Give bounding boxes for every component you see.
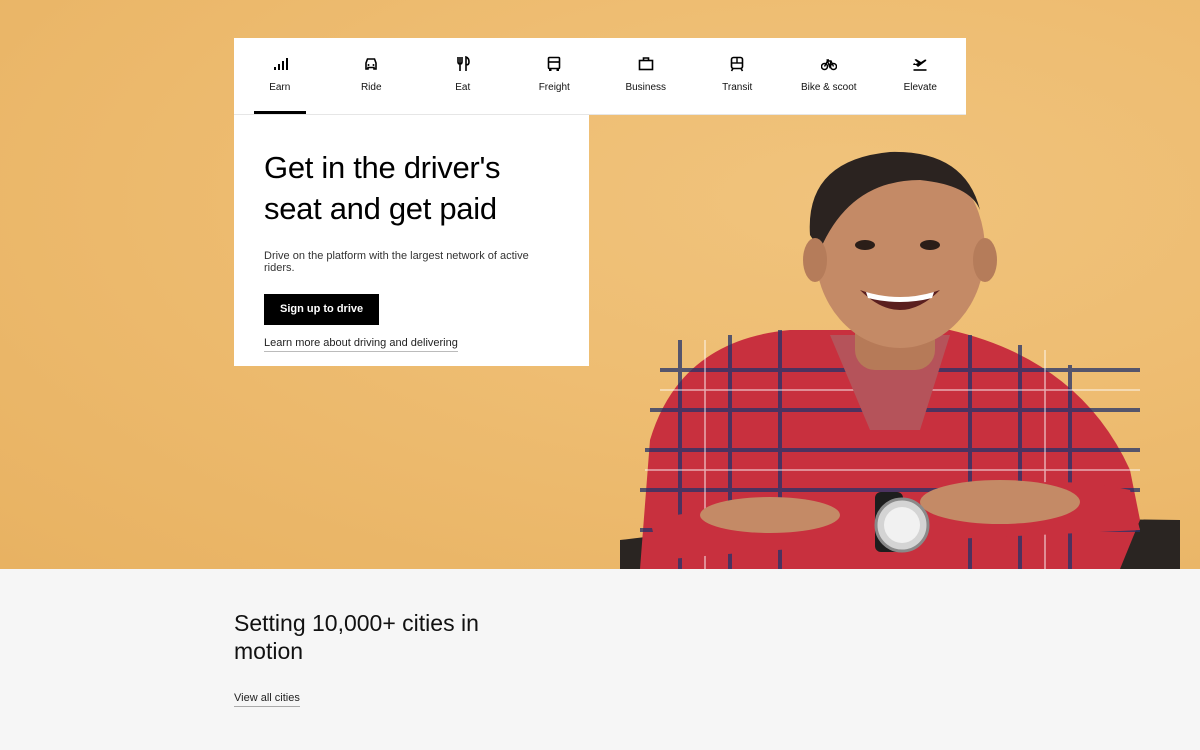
tab-label: Transit xyxy=(722,82,753,93)
tab-label: Eat xyxy=(455,82,471,93)
cities-title: Setting 10,000+ cities in motion xyxy=(234,610,479,664)
tab-ride[interactable]: Ride xyxy=(326,38,418,114)
fork-knife-icon xyxy=(454,55,472,73)
truck-icon xyxy=(545,55,563,73)
tab-label: Elevate xyxy=(903,82,937,93)
product-tabbar: Earn Ride Eat Freight Business Transit B… xyxy=(234,38,966,115)
tab-business[interactable]: Business xyxy=(600,38,692,114)
train-icon xyxy=(728,55,746,73)
hero-section: Earn Ride Eat Freight Business Transit B… xyxy=(0,0,1200,569)
tab-earn[interactable]: Earn xyxy=(234,38,326,114)
plane-icon xyxy=(911,55,929,73)
learn-more-link[interactable]: Learn more about driving and delivering xyxy=(264,337,458,352)
view-all-cities-link[interactable]: View all cities xyxy=(234,692,300,707)
hero-title: Get in the driver's seat and get paid xyxy=(264,150,501,226)
cities-section: Setting 10,000+ cities in motion View al… xyxy=(0,569,1200,750)
briefcase-icon xyxy=(637,55,655,73)
tab-transit[interactable]: Transit xyxy=(692,38,784,114)
tab-freight[interactable]: Freight xyxy=(509,38,601,114)
tab-bike-scoot[interactable]: Bike & scoot xyxy=(783,38,875,114)
car-icon xyxy=(362,55,380,73)
tab-elevate[interactable]: Elevate xyxy=(875,38,967,114)
tab-label: Bike & scoot xyxy=(800,82,857,93)
hero-subtitle: Drive on the platform with the largest n… xyxy=(264,250,529,274)
signal-bars-icon xyxy=(271,55,289,73)
sign-up-to-drive-button[interactable]: Sign up to drive xyxy=(264,294,380,325)
hero-card: Get in the driver's seat and get paid Dr… xyxy=(234,115,589,366)
tab-label: Earn xyxy=(269,82,291,93)
tab-label: Freight xyxy=(538,82,570,93)
bicycle-icon xyxy=(820,55,838,73)
driver-photo xyxy=(620,151,1180,569)
tab-eat[interactable]: Eat xyxy=(417,38,509,114)
tab-label: Ride xyxy=(360,82,382,93)
tab-label: Business xyxy=(625,82,667,93)
